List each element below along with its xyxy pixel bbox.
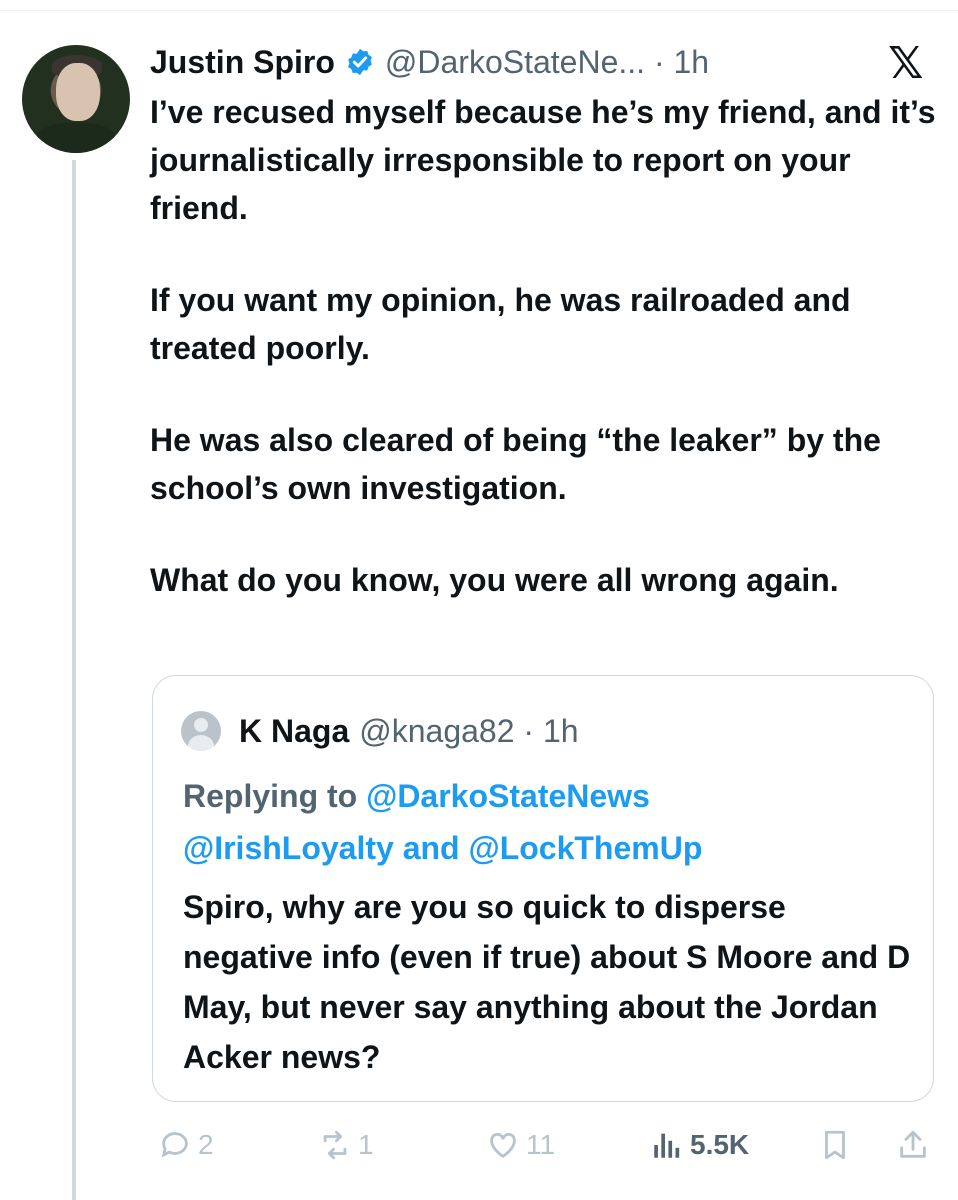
author-handle-time[interactable]: @DarkoStateNe... · 1h [385,44,709,81]
share-icon [900,1130,926,1158]
repost-icon [323,1130,347,1160]
tweet-header: Justin Spiro @DarkoStateNe... · 1h [150,40,709,84]
quoted-tweet-card[interactable]: K Naga @knaga82 · 1h Replying to @DarkoS… [152,675,934,1102]
author-name[interactable]: Justin Spiro [150,44,335,81]
mention-link[interactable]: @IrishLoyalty [183,830,394,866]
tweet-paragraph: He was also cleared of being “the leaker… [150,422,881,506]
quoted-handle-time[interactable]: @knaga82 · 1h [359,713,578,750]
verified-badge-icon [348,48,372,76]
reply-icon [161,1132,188,1158]
replying-to-line: Replying to @DarkoStateNews @IrishLoyalt… [183,770,903,874]
bookmark-icon [825,1130,845,1160]
thread-line [72,160,76,1200]
reply-button[interactable]: 2 [158,1120,214,1170]
x-logo-icon: 𝕏 [888,39,924,88]
quoted-author-name[interactable]: K Naga [239,713,349,750]
quoted-header: K Naga @knaga82 · 1h [181,708,579,754]
top-divider [0,10,958,11]
tweet-paragraph: If you want my opinion, he was railroade… [150,282,851,366]
share-button[interactable] [896,1120,936,1170]
author-avatar[interactable] [22,45,130,153]
quoted-text: Spiro, why are you so quick to disperse … [183,889,911,1075]
reply-count: 2 [198,1129,214,1160]
views-button[interactable]: 5.5K [650,1120,749,1170]
tweet-paragraph: What do you know, you were all wrong aga… [150,562,839,598]
views-count: 5.5K [690,1129,750,1160]
tweet-body: I’ve recused myself because he’s my frie… [150,88,940,648]
like-icon [490,1132,516,1159]
action-bar: 2 1 11 5.5K [150,1120,940,1170]
tweet-paragraph: I’ve recused myself because he’s my frie… [150,94,936,226]
repost-count: 1 [358,1129,374,1160]
quoted-avatar[interactable] [181,711,221,751]
mention-link[interactable]: @DarkoStateNews [366,778,650,814]
mention-link[interactable]: @LockThemUp [468,830,702,866]
like-button[interactable]: 11 [486,1120,555,1170]
mention-conjunction: and [402,830,460,866]
replying-to-label: Replying to [183,778,358,814]
like-count: 11 [526,1129,556,1160]
bookmark-button[interactable] [818,1120,858,1170]
views-icon [654,1133,680,1158]
repost-button[interactable]: 1 [318,1120,374,1170]
